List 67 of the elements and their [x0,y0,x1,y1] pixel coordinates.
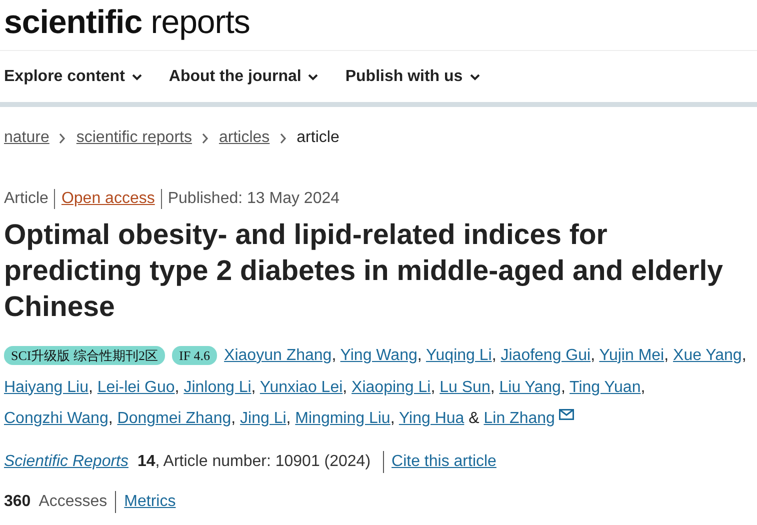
separator: , [251,378,256,396]
journal-logo[interactable]: scientific reports [4,3,250,40]
journal-badge: SCI升级版 综合性期刊2区 [4,346,165,365]
access-label: Accesses [38,492,108,510]
author-link[interactable]: Ting Yuan [570,378,641,396]
nav-menu[interactable]: Explore content [4,68,142,86]
author-link[interactable]: Yujin Mei [599,347,664,364]
author-link[interactable]: Lin Zhang [484,410,555,427]
separator: , [286,410,291,427]
separator: , [174,378,180,396]
separator: , [590,347,596,364]
access-count: 360 [4,492,31,510]
author-link[interactable]: Congzhi Wang [4,410,108,427]
separator: , [430,378,436,396]
breadcrumb-link[interactable]: nature [4,129,50,147]
article-title: Optimal obesity- and lipid-related indices for predicting type 2 diabetes in middle-aged and elderly Chinese [4,218,724,325]
volume-number: 14 [138,452,156,470]
nav-menu[interactable]: Publish with us [345,68,480,86]
separator: , [332,347,336,364]
article-number: , Article number: 10901 (2024) [155,452,371,470]
separator: , [108,410,113,427]
chevron-right-icon [202,132,209,144]
separator: , [560,378,566,396]
chevron-down-icon [308,74,318,80]
author-link[interactable]: Lei-lei Guo [97,378,175,396]
separator: & [468,410,480,427]
separator: , [640,378,646,396]
cite-link[interactable]: Cite this article [392,452,496,470]
author-link[interactable]: Xiaoyun Zhang [224,347,332,364]
journal-badge: IF 4.6 [172,346,218,365]
chevron-right-icon [280,132,287,144]
chevron-down-icon [470,74,480,80]
author-link[interactable]: Liu Yang [499,378,561,396]
separator: , [231,410,236,427]
article-type: Article [4,190,48,208]
nav-menu[interactable]: About the journal [168,68,318,86]
author-link[interactable]: Xue Yang [673,347,742,364]
author-link[interactable]: Lu Sun [440,378,490,396]
author-link[interactable]: Jing Li [240,410,286,427]
author-link[interactable]: Jiaofeng Gui [500,347,591,364]
author-link[interactable]: Xiaoping Li [352,378,431,396]
author-link[interactable]: Haiyang Liu [4,378,88,396]
separator: , [664,347,669,364]
author-link[interactable]: Dongmei Zhang [117,410,232,427]
separator: , [742,347,746,364]
separator: , [490,378,495,396]
author-link[interactable]: Ying Hua [398,410,464,427]
separator: , [390,410,395,427]
chevron-down-icon [132,74,142,80]
mail-icon[interactable] [558,409,574,420]
open-access-link[interactable]: Open access [61,190,155,208]
author-link[interactable]: Yunxiao Lei [260,378,343,396]
author-link[interactable]: Yuqing Li [426,347,492,364]
separator: , [342,378,348,396]
author-link[interactable]: Mingming Liu [295,410,390,427]
journal-link[interactable]: Scientific Reports [4,452,128,470]
breadcrumb-link[interactable]: articles [218,129,270,147]
separator: , [88,378,93,396]
breadcrumb-current: article [296,129,340,147]
author-link[interactable]: Ying Wang [340,347,418,364]
published-date: Published: 13 May 2024 [168,190,340,208]
separator: , [417,347,422,364]
author-link[interactable]: Jinlong Li [184,378,252,396]
breadcrumb-link[interactable]: scientific reports [76,129,192,147]
separator: , [492,347,496,364]
metrics-link[interactable]: Metrics [124,492,176,510]
chevron-right-icon [59,132,66,144]
